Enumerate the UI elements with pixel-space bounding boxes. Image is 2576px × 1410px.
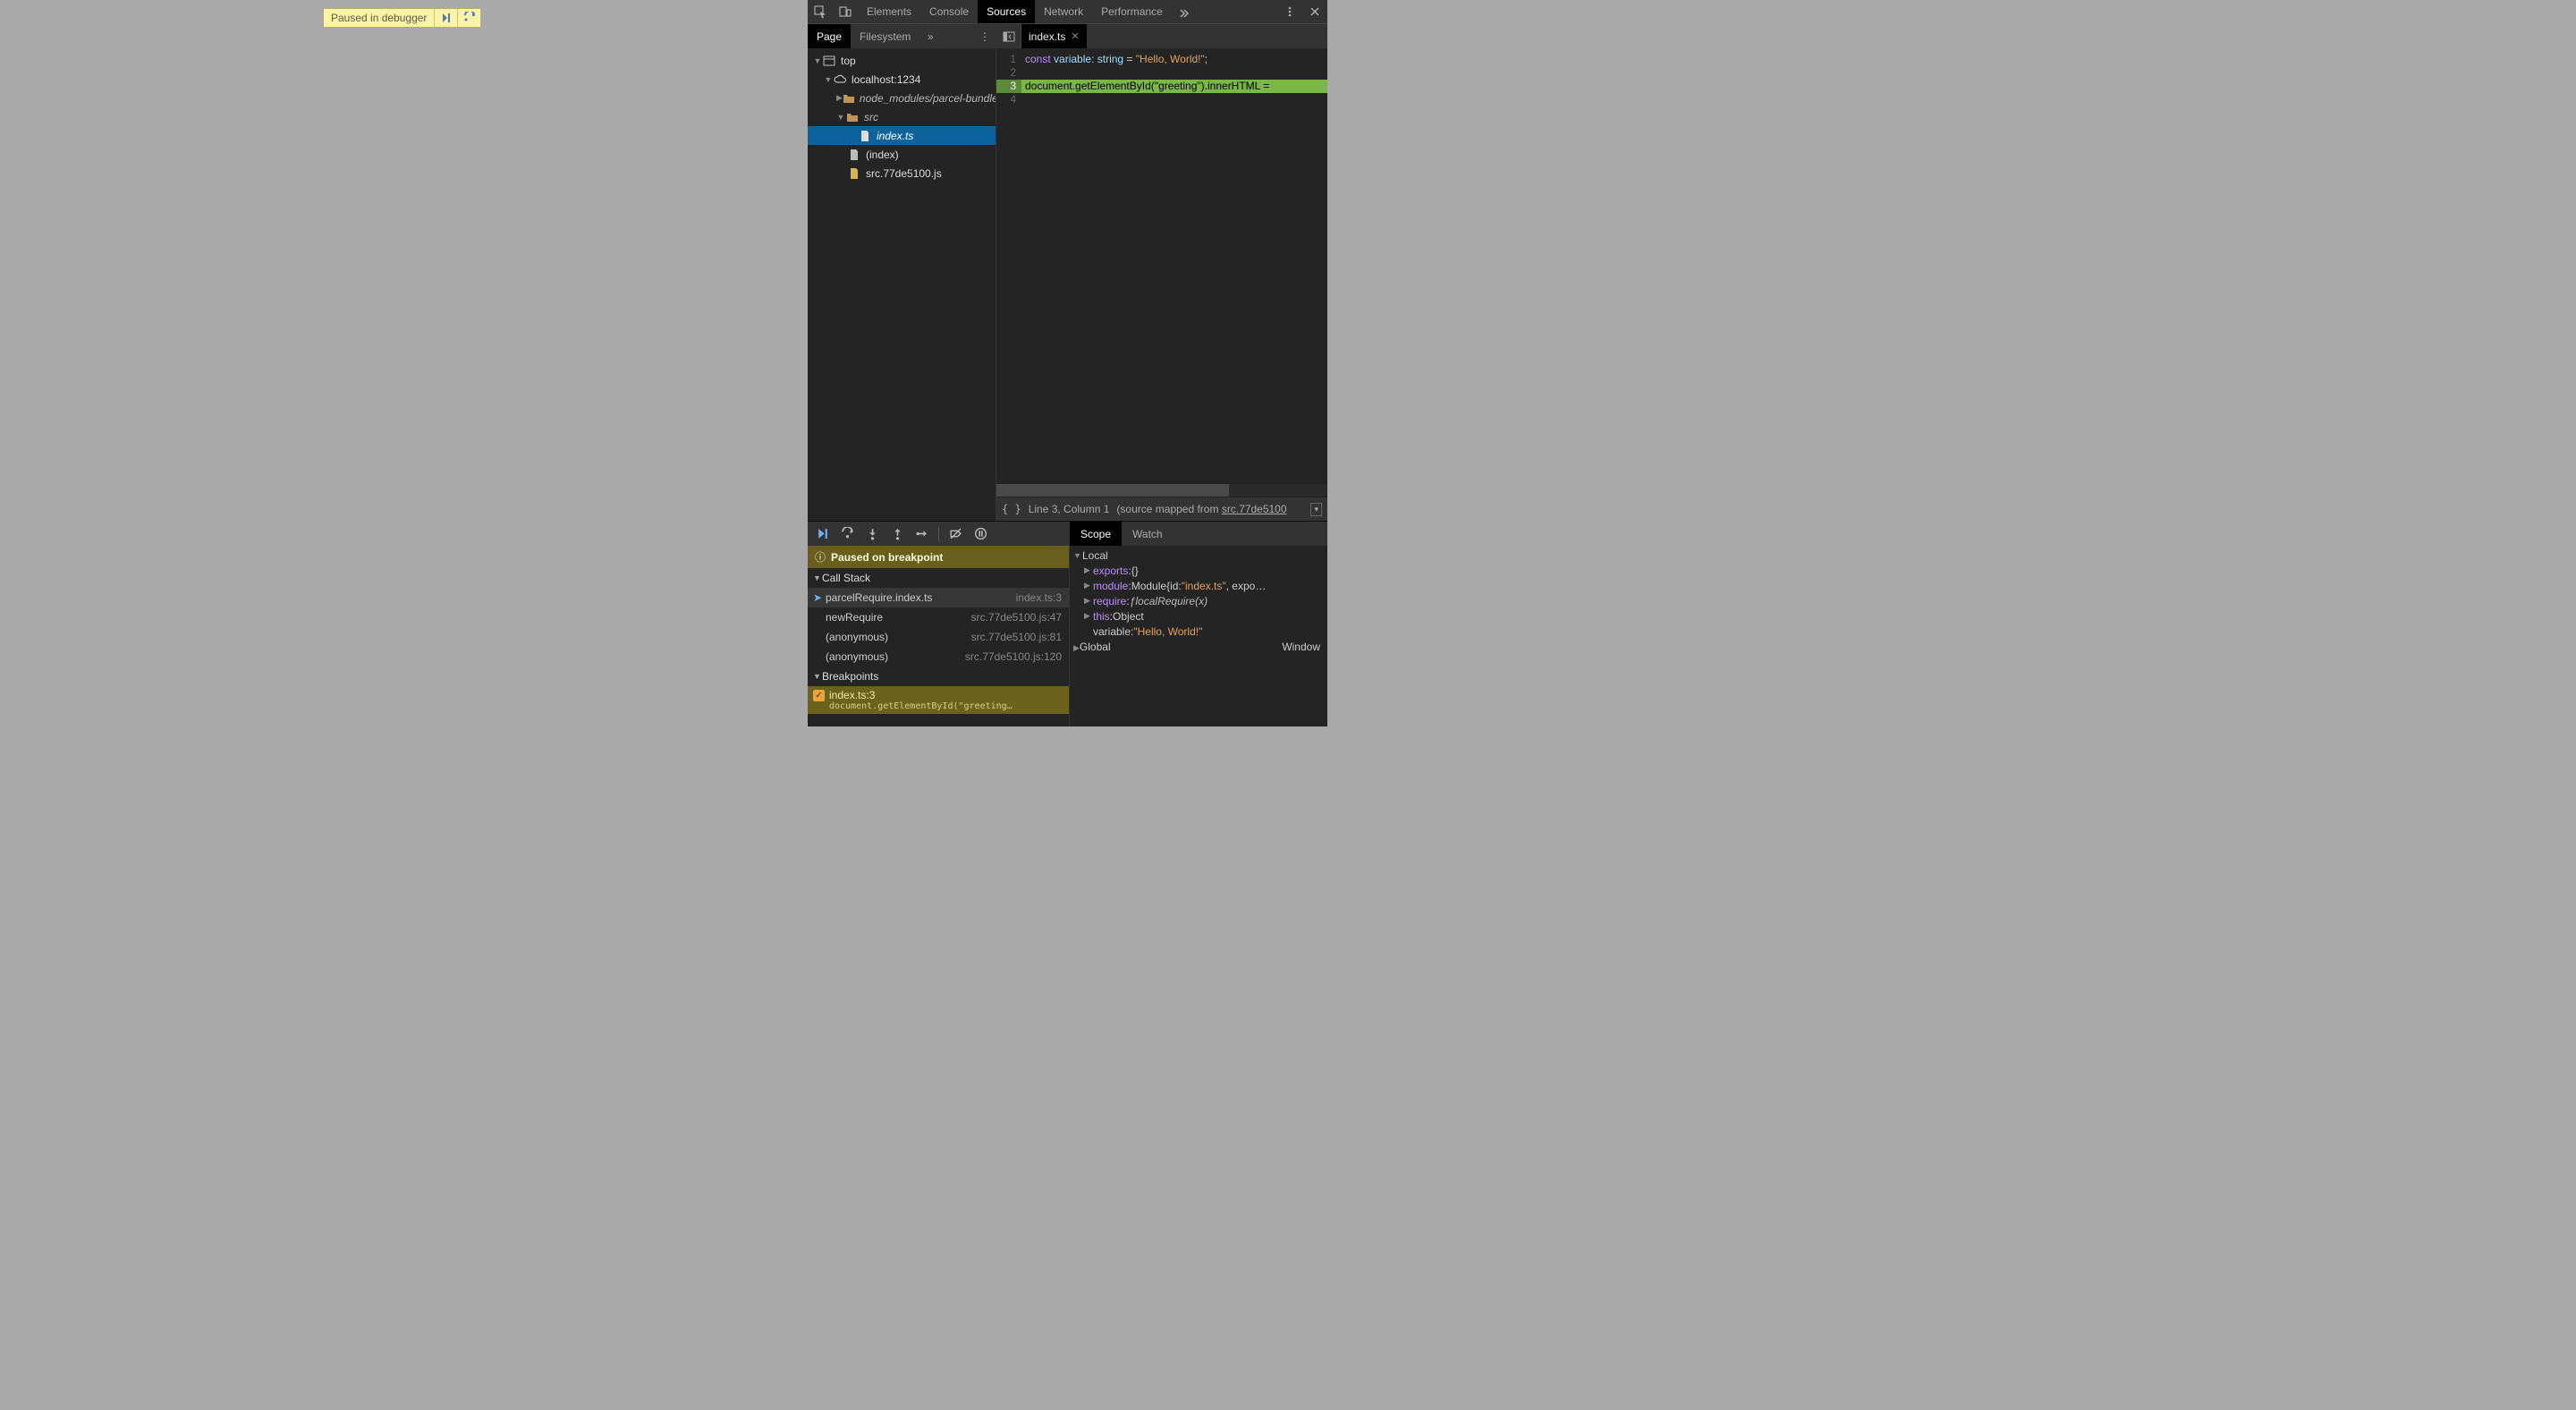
window-icon [822,54,836,68]
source-map-link[interactable]: src.77de5100 [1222,503,1287,515]
file-icon [847,148,861,162]
scope-var-module[interactable]: ▶module: Module {id: "index.ts", expo… [1073,578,1324,593]
tree-node-modules[interactable]: ▶ node_modules/parcel-bundler [808,89,996,107]
scope-var-variable[interactable]: variable: "Hello, World!" [1073,624,1324,639]
overlay-resume-button[interactable] [434,9,457,27]
line-gutter: 1 2 3 4 [996,48,1021,484]
navigator-pane: Page Filesystem » ⋮ ▼ top ▼ localh [808,24,996,521]
stack-frame[interactable]: ➤parcelRequire.index.ts index.ts:3 [808,588,1069,607]
step-button[interactable] [911,524,933,544]
cursor-position: Line 3, Column 1 [1029,503,1110,515]
pretty-print-icon[interactable]: { } [1002,503,1021,515]
editor-tabbar: index.ts ✕ [996,24,1327,48]
debugger-left-pane: ⓘ Paused on breakpoint ▼Call Stack ➤parc… [808,522,1070,726]
scope-global-header[interactable]: ▶GlobalWindow [1073,639,1324,654]
code-editor[interactable]: 1 2 3 4 const variable: string = "Hello,… [996,48,1327,484]
scope-local-header[interactable]: ▼Local [1073,548,1324,563]
close-devtools-icon[interactable] [1302,0,1327,23]
toggle-navigator-icon[interactable] [996,24,1021,48]
devtools-tabbar: Elements Console Sources Network Perform… [808,0,1327,24]
debugger-overlay-message: Paused in debugger [324,12,434,24]
tree-srcjs[interactable]: src.77de5100.js [808,164,996,183]
step-out-button[interactable] [886,524,908,544]
tab-elements[interactable]: Elements [858,0,920,23]
step-into-button[interactable] [861,524,883,544]
scope-body: ▼Local ▶exports: {} ▶module: Module {id:… [1070,546,1327,726]
file-tree: ▼ top ▼ localhost:1234 ▶ node_modules/pa… [808,48,996,521]
breakpoint-item[interactable]: ✓ index.ts:3 document.getElementById("gr… [808,686,1069,714]
overlay-step-button[interactable] [457,9,480,27]
tab-watch[interactable]: Watch [1122,522,1174,546]
debugger-panel: ⓘ Paused on breakpoint ▼Call Stack ➤parc… [808,521,1327,726]
kebab-menu-icon[interactable] [1277,0,1302,23]
source-map-info: (source mapped from src.77de5100 [1116,503,1286,515]
scope-var-exports[interactable]: ▶exports: {} [1073,563,1324,578]
nav-tab-filesystem[interactable]: Filesystem [851,24,919,48]
tree-index-html[interactable]: (index) [808,145,996,164]
tab-scope[interactable]: Scope [1070,522,1122,546]
stack-frame[interactable]: (anonymous)src.77de5100.js:120 [808,647,1069,667]
js-file-icon [847,166,861,181]
debugger-right-pane: Scope Watch ▼Local ▶exports: {} ▶module:… [1070,522,1327,726]
breakpoint-marker[interactable]: 3 [996,80,1021,93]
nav-more-icon[interactable]: » [919,24,941,48]
tree-index-ts[interactable]: index.ts [808,126,996,145]
folder-icon [845,110,860,124]
editor-scrollbar[interactable] [996,484,1327,497]
close-tab-icon[interactable]: ✕ [1071,30,1079,42]
editor-pane: index.ts ✕ 1 2 3 4 const variable: strin… [996,24,1327,521]
editor-status-bar: { } Line 3, Column 1 (source mapped from… [996,497,1327,521]
editor-tab-indexts[interactable]: index.ts ✕ [1021,24,1087,48]
page-viewport: Paused in debugger [0,0,808,726]
debugger-toolbar [808,522,1069,546]
tree-src-folder[interactable]: ▼ src [808,107,996,126]
debugger-overlay: Paused in debugger [323,8,481,28]
file-icon [858,129,872,143]
devtools-panel: Elements Console Sources Network Perform… [808,0,1327,726]
more-tabs-icon[interactable] [1172,0,1197,23]
nav-tab-page[interactable]: Page [808,24,851,48]
paused-status: ⓘ Paused on breakpoint [808,546,1069,568]
tree-host[interactable]: ▼ localhost:1234 [808,70,996,89]
scope-var-require[interactable]: ▶require: ƒ localRequire(x) [1073,593,1324,608]
info-icon: ⓘ [815,549,826,565]
code-lines: const variable: string = "Hello, World!"… [1021,48,1327,484]
tab-performance[interactable]: Performance [1092,0,1172,23]
tab-sources[interactable]: Sources [978,0,1035,23]
deactivate-breakpoints-button[interactable] [945,524,966,544]
breakpoints-header[interactable]: ▼Breakpoints [808,667,1069,686]
tree-top[interactable]: ▼ top [808,51,996,70]
inspect-icon[interactable] [808,0,833,23]
pause-exceptions-button[interactable] [970,524,991,544]
step-over-button[interactable] [836,524,858,544]
tab-network[interactable]: Network [1035,0,1092,23]
scope-tabs: Scope Watch [1070,522,1327,546]
current-frame-icon: ➤ [813,591,824,604]
stack-frame[interactable]: (anonymous)src.77de5100.js:81 [808,627,1069,647]
call-stack-header[interactable]: ▼Call Stack [808,568,1069,588]
navigator-tabs: Page Filesystem » ⋮ [808,24,996,48]
toggle-debugger-icon[interactable]: ▾ [1310,503,1322,516]
tab-console[interactable]: Console [920,0,978,23]
nav-kebab-icon[interactable]: ⋮ [974,24,996,48]
cloud-icon [833,72,847,87]
scope-var-this[interactable]: ▶this: Object [1073,608,1324,624]
stack-frame[interactable]: newRequiresrc.77de5100.js:47 [808,607,1069,627]
resume-button[interactable] [811,524,833,544]
breakpoint-checkbox[interactable]: ✓ [813,690,825,701]
device-icon[interactable] [833,0,858,23]
folder-icon [843,91,855,106]
